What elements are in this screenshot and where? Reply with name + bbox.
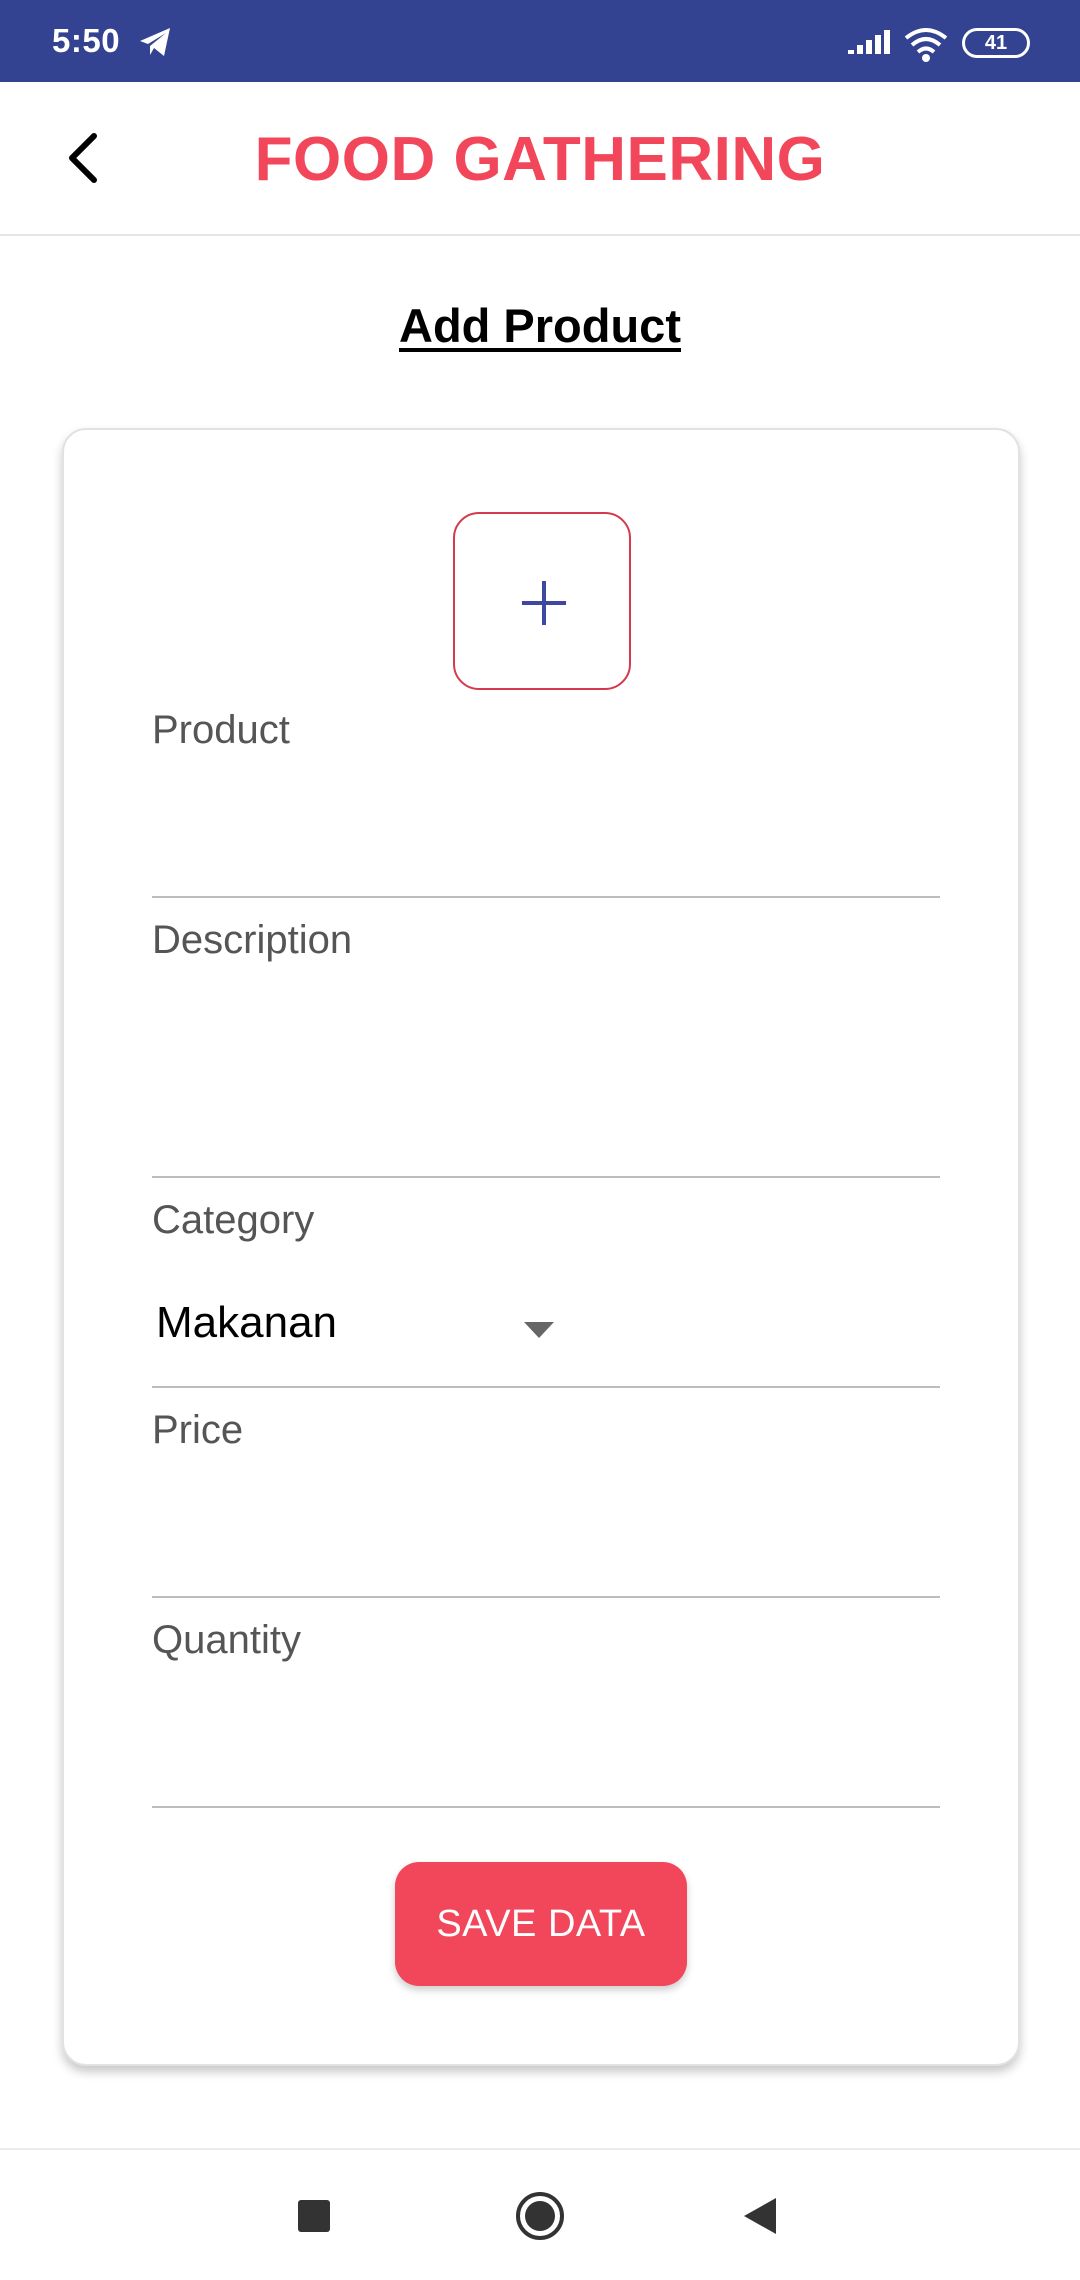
app-bar: FOOD GATHERING xyxy=(0,82,1080,236)
quantity-input[interactable] xyxy=(152,1704,940,1764)
recents-square-icon[interactable] xyxy=(296,2198,332,2234)
category-label: Category xyxy=(152,1198,315,1242)
page-heading: Add Product xyxy=(399,299,681,352)
back-triangle-icon[interactable] xyxy=(742,2196,778,2236)
description-input[interactable] xyxy=(152,1004,940,1164)
home-circle-icon[interactable] xyxy=(514,2190,566,2242)
status-bar: 5:50 41 xyxy=(0,0,1080,82)
wifi-icon xyxy=(904,28,948,62)
quantity-underline xyxy=(152,1806,940,1808)
product-label: Product xyxy=(152,708,290,752)
price-label: Price xyxy=(152,1408,244,1452)
category-dropdown[interactable]: Makanan xyxy=(152,1288,554,1358)
add-product-card: Product Description Category Makanan Pri… xyxy=(62,428,1020,2066)
save-data-button[interactable]: SAVE DATA xyxy=(395,1862,687,1986)
product-underline xyxy=(152,896,940,898)
add-image-button[interactable] xyxy=(453,512,631,690)
category-selected-value: Makanan xyxy=(156,1298,338,1347)
plus-icon xyxy=(522,581,566,625)
signal-icon xyxy=(848,30,890,54)
product-input[interactable] xyxy=(152,794,940,854)
price-underline xyxy=(152,1596,940,1598)
status-time: 5:50 xyxy=(52,22,121,59)
battery-icon: 41 xyxy=(962,28,1030,58)
description-label: Description xyxy=(152,918,353,962)
description-underline xyxy=(152,1176,940,1178)
category-underline xyxy=(152,1386,940,1388)
app-title: FOOD GATHERING xyxy=(254,125,826,194)
price-input[interactable] xyxy=(152,1494,940,1554)
navigation-bar xyxy=(0,2148,1080,2280)
quantity-label: Quantity xyxy=(152,1618,301,1662)
dropdown-arrow-icon xyxy=(524,1322,554,1338)
telegram-icon xyxy=(140,28,170,56)
